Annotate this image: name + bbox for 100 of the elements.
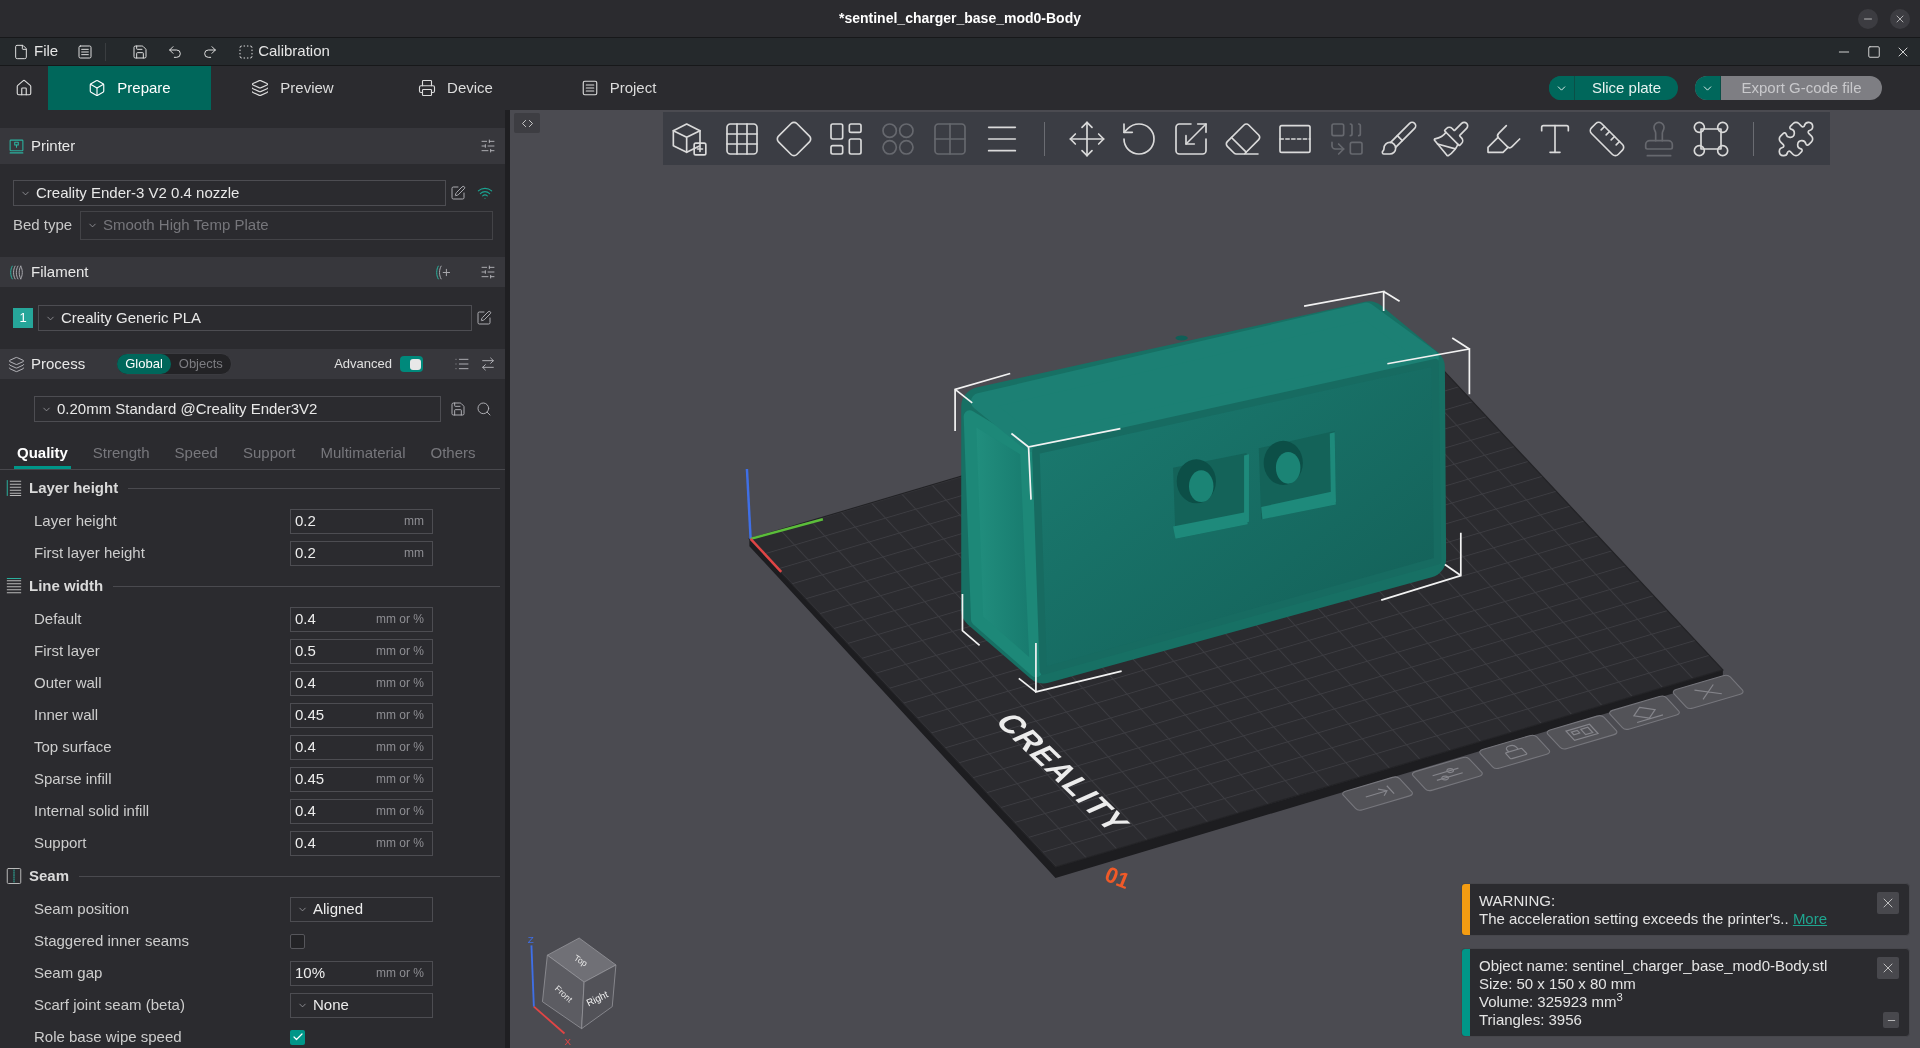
unit-label: mm or % xyxy=(376,707,424,724)
3d-viewport[interactable] xyxy=(510,110,1920,1048)
edit-icon[interactable] xyxy=(450,185,466,201)
option-label: Staggered inner seams xyxy=(34,932,190,949)
unit-label: mm or % xyxy=(376,835,424,852)
axis-label: X xyxy=(564,1035,571,1047)
object-info-line: Triangles: 3956 xyxy=(1479,1011,1583,1029)
view-cube[interactable] xyxy=(542,937,617,1029)
input-field[interactable]: 0.4 mm or % xyxy=(290,606,433,632)
input-field[interactable]: 0.4 mm or % xyxy=(290,670,433,696)
printer-icon xyxy=(8,137,25,155)
checkmark-icon xyxy=(291,1031,304,1043)
more-link[interactable]: More xyxy=(1792,910,1828,927)
window-title: *sentinel_charger_base_mod0-Body xyxy=(839,9,1081,28)
group-title: Seam xyxy=(29,865,70,886)
calibration-menu[interactable]: Calibration xyxy=(238,40,330,63)
minimize-button[interactable] xyxy=(1858,8,1878,29)
option-label: Internal solid infill xyxy=(34,802,150,819)
unit-label: mm or % xyxy=(376,675,424,692)
input-field[interactable]: 0.2 mm xyxy=(290,540,433,566)
redo-icon[interactable] xyxy=(202,43,219,60)
unit-label: mm or % xyxy=(376,643,424,660)
option-label: Sparse infill xyxy=(34,770,112,787)
group-title: Layer height xyxy=(29,477,119,498)
dashed-square-icon xyxy=(238,43,255,60)
filament-dropdown[interactable]: Creality Generic PLA xyxy=(38,305,472,331)
option-label: Inner wall xyxy=(34,706,99,723)
slice-plate-button[interactable]: Slice plate xyxy=(1549,76,1678,100)
axis-label: Z xyxy=(527,933,534,945)
checkbox[interactable] xyxy=(290,1029,305,1045)
dropdown[interactable]: None xyxy=(290,992,433,1018)
save-icon[interactable] xyxy=(132,43,149,60)
layers-icon xyxy=(8,355,25,373)
maximize-icon[interactable] xyxy=(1867,44,1881,59)
scope-option[interactable]: Global xyxy=(117,354,171,374)
cube-icon xyxy=(88,79,107,97)
unit-label: mm xyxy=(404,545,424,562)
checkbox[interactable] xyxy=(290,933,305,949)
object-info-line: Volume: 325923 mm$^{3}$ xyxy=(1479,993,1624,1011)
option-label: Seam position xyxy=(34,900,130,917)
input-field[interactable]: 10% mm or % xyxy=(290,960,433,986)
printer-icon xyxy=(418,79,437,97)
unit-label: mm or % xyxy=(376,771,424,788)
search-icon[interactable] xyxy=(476,401,492,417)
close-button[interactable] xyxy=(1877,957,1899,979)
undo-icon[interactable] xyxy=(167,43,184,60)
wifi-icon[interactable] xyxy=(477,185,493,201)
option-label: First layer height xyxy=(34,544,145,561)
input-field[interactable]: 0.4 mm or % xyxy=(290,830,433,856)
notification-message: The acceleration setting exceeds the printer's.. More xyxy=(1479,910,1829,928)
edit-icon[interactable] xyxy=(476,310,492,326)
list-square-icon xyxy=(580,79,599,97)
puzzle-icon[interactable] xyxy=(1776,118,1816,159)
notification-title: WARNING: xyxy=(1479,892,1557,910)
input-field[interactable]: 0.2 mm xyxy=(290,508,433,534)
field-label: Bed type xyxy=(13,215,74,236)
plate-number: 01 xyxy=(1101,861,1134,894)
swap-arrows-icon[interactable] xyxy=(480,356,496,372)
option-label: Top surface xyxy=(34,738,112,755)
dotted-line-frame-icon xyxy=(5,867,23,885)
spool-plus-icon[interactable] xyxy=(434,263,451,281)
unit-label: mm or % xyxy=(376,611,424,628)
layers-icon xyxy=(251,79,270,97)
option-label: First layer xyxy=(34,642,100,659)
advanced-switch[interactable] xyxy=(400,356,423,372)
option-label: Seam gap xyxy=(34,964,103,981)
input-field[interactable]: 0.5 mm or % xyxy=(290,638,433,664)
group-title: Line width xyxy=(29,575,104,596)
list-icon[interactable] xyxy=(454,356,470,372)
sliders-icon[interactable] xyxy=(480,264,496,280)
sidebar-toggle-button[interactable] xyxy=(514,113,540,133)
option-label: Scarf joint seam (beta) xyxy=(34,996,185,1013)
minimize-button[interactable] xyxy=(1883,1012,1899,1028)
file-icon xyxy=(13,43,29,60)
sliders-icon[interactable] xyxy=(480,138,496,154)
dropdown[interactable]: Aligned xyxy=(290,896,433,922)
file-menu[interactable]: File xyxy=(13,40,59,63)
cube-face-label: Top xyxy=(572,952,590,969)
close-button[interactable] xyxy=(1877,892,1899,914)
process-dropdown[interactable]: 0.20mm Standard @Creality Ender3V2 xyxy=(34,396,441,422)
unit-label: mm or % xyxy=(376,739,424,756)
settings-tab[interactable]: Quality xyxy=(14,432,71,469)
input-field[interactable]: 0.45 mm or % xyxy=(290,766,433,792)
stacked-lines-icon xyxy=(5,577,23,595)
close-button[interactable] xyxy=(1890,8,1910,29)
stacked-lines-icon xyxy=(5,479,23,497)
cube-face-label: Right xyxy=(584,988,610,1009)
scope-option[interactable]: Objects xyxy=(170,354,231,374)
list-square-icon[interactable] xyxy=(77,43,94,60)
option-label: Support xyxy=(34,834,87,851)
main-tab[interactable]: Prepare xyxy=(48,66,211,110)
home-icon[interactable] xyxy=(15,79,33,97)
input-field[interactable]: 0.4 mm or % xyxy=(290,798,433,824)
printer-dropdown[interactable]: Creality Ender-3 V2 0.4 nozzle xyxy=(13,180,446,206)
input-field[interactable]: 0.4 mm or % xyxy=(290,734,433,760)
object-info-line: Object name: sentinel_charger_base_mod0-Body.stl xyxy=(1479,957,1829,975)
object-info-line: Size: 50 x 150 x 80 mm xyxy=(1479,975,1637,993)
save-icon[interactable] xyxy=(450,401,466,417)
input-field[interactable]: 0.45 mm or % xyxy=(290,702,433,728)
option-label: Default xyxy=(34,610,82,627)
